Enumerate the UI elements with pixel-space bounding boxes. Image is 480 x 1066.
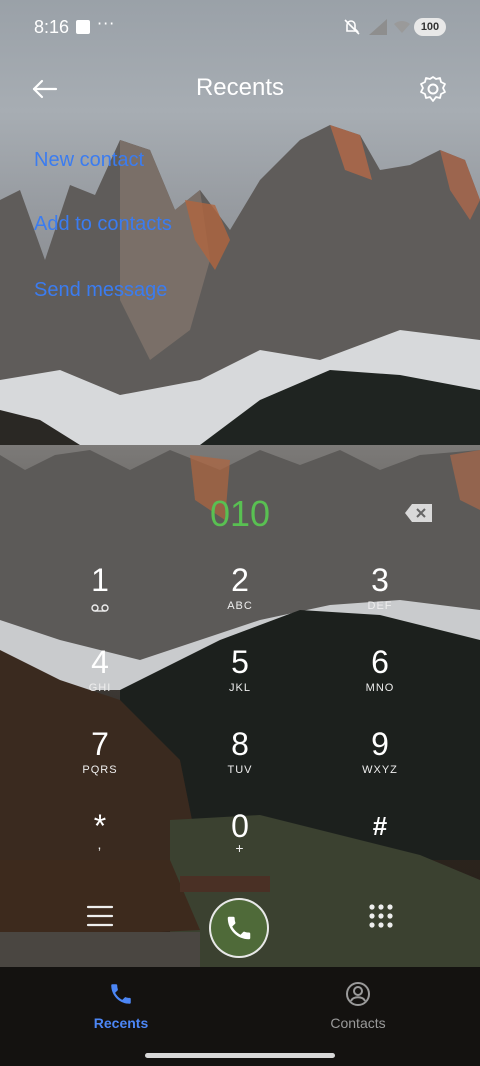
key-1[interactable]: 1 bbox=[40, 562, 160, 636]
key-digit: 3 bbox=[371, 562, 389, 598]
send-message-link[interactable]: Send message bbox=[34, 279, 167, 302]
more-notifications-indicator: ··· bbox=[97, 14, 116, 33]
page-title: Recents bbox=[195, 74, 285, 101]
status-time: 8:16 bbox=[34, 17, 70, 37]
key-digit: # bbox=[372, 811, 388, 841]
tab-label: Recents bbox=[93, 1015, 149, 1031]
key-6[interactable]: 6 MNO bbox=[320, 644, 440, 718]
voicemail-icon bbox=[91, 604, 109, 612]
mute-icon bbox=[344, 19, 360, 35]
tab-label: Contacts bbox=[330, 1015, 386, 1031]
key-digit: 8 bbox=[231, 726, 249, 762]
key-2[interactable]: 2 ABC bbox=[180, 562, 300, 636]
key-letters: , bbox=[97, 836, 103, 852]
backspace-icon[interactable] bbox=[404, 503, 434, 523]
key-7[interactable]: 7 PQRS bbox=[40, 726, 160, 800]
key-3[interactable]: 3 DEF bbox=[320, 562, 440, 636]
key-letters: + bbox=[235, 840, 245, 856]
battery-icon: 100 bbox=[414, 18, 446, 36]
key-digit: 6 bbox=[371, 644, 389, 680]
key-letters: TUV bbox=[227, 764, 253, 776]
key-8[interactable]: 8 TUV bbox=[180, 726, 300, 800]
key-letters: JKL bbox=[229, 682, 251, 694]
tab-contacts[interactable]: Contacts bbox=[278, 981, 438, 1031]
key-digit: 4 bbox=[91, 644, 109, 680]
keypad-icon[interactable] bbox=[368, 903, 394, 929]
key-letters: ABC bbox=[227, 600, 253, 612]
key-0[interactable]: 0 + bbox=[180, 808, 300, 882]
key-4[interactable]: 4 GHI bbox=[40, 644, 160, 718]
bottom-navigation: Recents Contacts bbox=[0, 967, 480, 1066]
key-star[interactable]: * , bbox=[40, 808, 160, 882]
call-button[interactable] bbox=[209, 898, 269, 958]
new-contact-link[interactable]: New contact bbox=[34, 149, 144, 172]
menu-icon[interactable] bbox=[86, 903, 114, 929]
key-9[interactable]: 9 WXYZ bbox=[320, 726, 440, 800]
key-5[interactable]: 5 JKL bbox=[180, 644, 300, 718]
key-letters: GHI bbox=[88, 682, 112, 694]
header: Recents bbox=[0, 60, 480, 120]
home-indicator[interactable] bbox=[145, 1053, 335, 1058]
wifi-icon bbox=[394, 20, 410, 33]
key-hash[interactable]: # bbox=[320, 808, 440, 882]
contact-person-icon bbox=[346, 982, 370, 1006]
key-digit: 0 bbox=[231, 808, 249, 844]
tab-recents[interactable]: Recents bbox=[41, 981, 201, 1031]
key-digit: 5 bbox=[231, 644, 249, 680]
gear-icon[interactable] bbox=[418, 74, 448, 104]
phone-icon bbox=[227, 916, 251, 940]
key-digit: 1 bbox=[91, 562, 109, 598]
phone-icon bbox=[111, 984, 131, 1004]
key-digit: 7 bbox=[91, 726, 109, 762]
key-digit: 2 bbox=[231, 562, 249, 598]
key-letters: DEF bbox=[367, 600, 393, 612]
status-bar: 8:16 ··· 100 bbox=[0, 0, 480, 56]
key-letters: PQRS bbox=[82, 764, 118, 776]
key-letters: WXYZ bbox=[362, 764, 398, 776]
add-to-contacts-link[interactable]: Add to contacts bbox=[34, 213, 172, 236]
signal-icon bbox=[369, 19, 387, 35]
app-square-icon bbox=[76, 20, 90, 34]
key-digit: 9 bbox=[371, 726, 389, 762]
key-letters: MNO bbox=[365, 682, 395, 694]
